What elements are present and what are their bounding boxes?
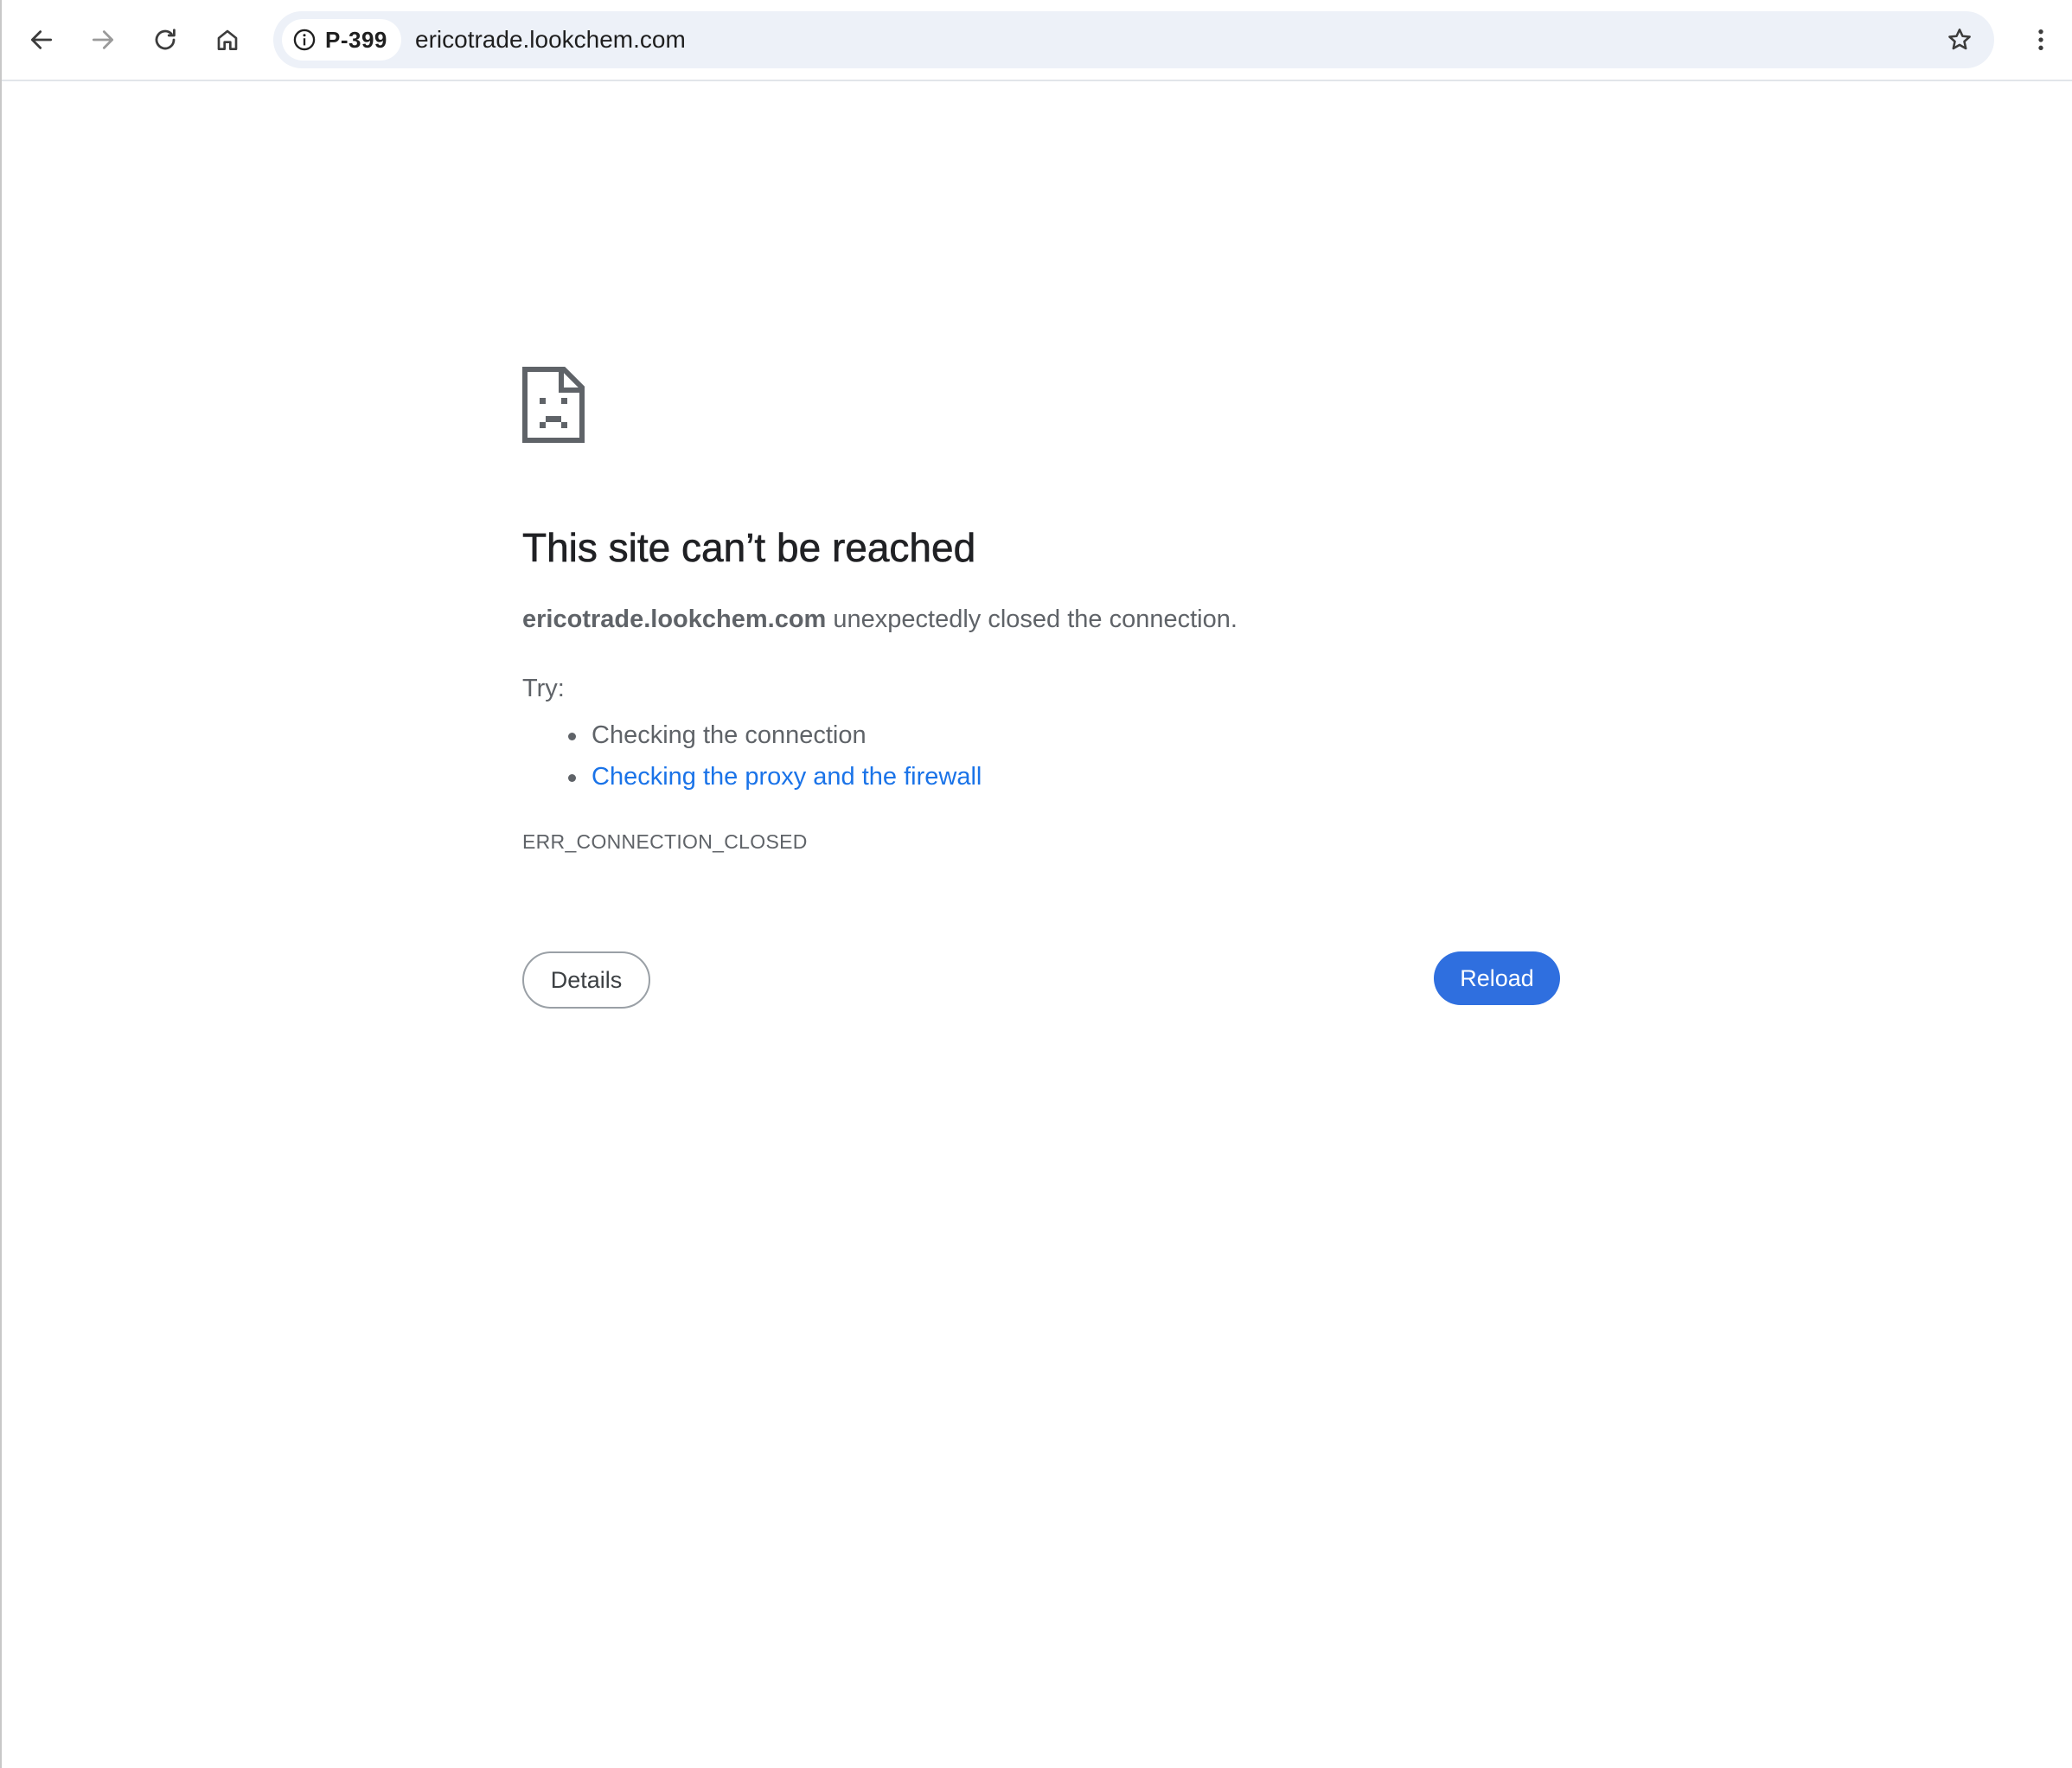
forward-button[interactable] [79, 16, 127, 64]
reload-page-button[interactable] [141, 16, 189, 64]
error-message: unexpectedly closed the connection. [826, 605, 1237, 633]
suggestion-check-connection: Checking the connection [592, 721, 867, 749]
try-label: Try: [522, 675, 565, 702]
suggestion-item: Checking the proxy and the firewall [522, 756, 982, 798]
reload-icon [155, 29, 176, 50]
home-icon [217, 29, 238, 50]
suggestion-item: Checking the connection [522, 714, 982, 756]
browser-window: P-399 ericotrade.lookchem.com This site … [0, 0, 2072, 1768]
star-icon [1948, 29, 1971, 50]
error-code: ERR_CONNECTION_CLOSED [522, 830, 808, 853]
error-title: This site can’t be reached [522, 525, 976, 571]
address-bar[interactable]: P-399 ericotrade.lookchem.com [273, 11, 1994, 68]
url-text[interactable]: ericotrade.lookchem.com [415, 11, 686, 68]
bookmark-button[interactable] [1937, 17, 1982, 62]
info-icon [293, 29, 316, 51]
reload-button[interactable]: Reload [1434, 951, 1560, 1005]
browser-menu-button[interactable] [2017, 16, 2065, 64]
site-info-chip[interactable]: P-399 [282, 19, 401, 61]
bullet [568, 733, 576, 740]
bullet [568, 774, 576, 782]
arrow-left-icon [30, 30, 53, 49]
sad-page-icon [522, 367, 585, 443]
error-host: ericotrade.lookchem.com [522, 605, 827, 633]
back-button[interactable] [17, 16, 66, 64]
error-summary: ericotrade.lookchem.com unexpectedly clo… [522, 605, 1237, 634]
browser-toolbar: P-399 ericotrade.lookchem.com [2, 0, 2072, 81]
home-button[interactable] [203, 16, 252, 64]
details-button[interactable]: Details [522, 951, 650, 1009]
profile-chip-label: P-399 [325, 26, 387, 53]
arrow-right-icon [92, 30, 114, 49]
suggestions-list: Checking the connection Checking the pro… [522, 714, 982, 798]
proxy-firewall-link[interactable]: Checking the proxy and the firewall [592, 763, 982, 791]
kebab-menu-icon [2038, 29, 2043, 50]
